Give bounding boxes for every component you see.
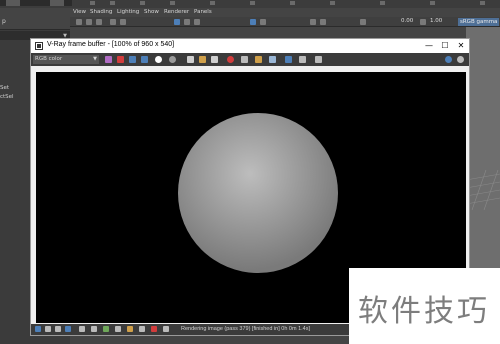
exposure-icon[interactable]: [360, 19, 366, 25]
shelf-icon[interactable]: [210, 1, 215, 5]
white-balance-icon[interactable]: [127, 326, 133, 332]
render-status-text: Rendering image (pass 379) [finished in]…: [181, 326, 311, 332]
channel-select-value: RGB color: [35, 56, 63, 62]
green-channel-icon[interactable]: [129, 56, 136, 63]
start-render-icon[interactable]: [445, 56, 452, 63]
mode-button-2[interactable]: [50, 0, 64, 6]
gate-mask-icon[interactable]: [320, 19, 326, 25]
save-image-icon[interactable]: [187, 56, 194, 63]
track-mouse-icon[interactable]: [255, 56, 262, 63]
link-to-viewport-icon[interactable]: [269, 56, 276, 63]
menu-show[interactable]: Show: [144, 9, 159, 15]
close-button[interactable]: ✕: [455, 40, 467, 52]
shelf-icon[interactable]: [170, 1, 175, 5]
lut-icon[interactable]: [163, 326, 169, 332]
stop-render-icon[interactable]: [227, 56, 234, 63]
isolate-icon[interactable]: [260, 19, 266, 25]
color-space-selector[interactable]: sRGB gamma: [458, 18, 500, 26]
color-corrections-icon[interactable]: [105, 56, 112, 63]
viewport-menubar: View Shading Lighting Show Renderer Pane…: [70, 8, 500, 17]
maximize-button[interactable]: ☐: [439, 40, 451, 52]
camera-icon[interactable]: [86, 19, 92, 25]
shelf-icon[interactable]: [480, 1, 485, 5]
shelf-icon[interactable]: [110, 1, 115, 5]
shelf-icon[interactable]: [430, 1, 435, 5]
menu-renderer[interactable]: Renderer: [164, 9, 189, 15]
shaded-icon[interactable]: [120, 19, 126, 25]
shelf-icon[interactable]: [90, 1, 95, 5]
chevron-down-icon: ▼: [93, 56, 97, 62]
gamma-value[interactable]: 1.00: [430, 18, 442, 24]
mono-channel-icon[interactable]: [155, 56, 162, 63]
xray-icon[interactable]: [250, 19, 256, 25]
window-titlebar[interactable]: V-Ray frame buffer - [100% of 960 x 540]…: [31, 39, 469, 53]
settings-icon[interactable]: [315, 56, 322, 63]
rendered-sphere: [178, 113, 338, 273]
mode-button[interactable]: [6, 0, 20, 6]
pixel-info-icon[interactable]: [299, 56, 306, 63]
minimize-button[interactable]: —: [423, 40, 435, 52]
vray-app-icon: [35, 42, 43, 50]
lens-effects-icon[interactable]: [45, 326, 51, 332]
left-panel-header: p: [0, 8, 70, 30]
viewport-grid: [466, 170, 500, 210]
curve-icon[interactable]: [115, 326, 121, 332]
shelf-icon[interactable]: [250, 1, 255, 5]
history-icon[interactable]: [35, 326, 41, 332]
region-render-icon[interactable]: [241, 56, 248, 63]
stamp-icon[interactable]: [55, 326, 61, 332]
shelf-icon[interactable]: [330, 1, 335, 5]
blue-channel-icon[interactable]: [141, 56, 148, 63]
maya-top-bar: [0, 0, 500, 8]
light-icon[interactable]: [194, 19, 200, 25]
grid-icon[interactable]: [96, 19, 102, 25]
alpha-channel-icon[interactable]: [169, 56, 176, 63]
show-corrections-icon[interactable]: [285, 56, 292, 63]
camera-icon[interactable]: [76, 19, 82, 25]
maya-mode-strip: [0, 0, 72, 6]
resolution-gate-icon[interactable]: [310, 19, 316, 25]
menu-lighting[interactable]: Lighting: [117, 9, 139, 15]
hsl-icon[interactable]: [139, 326, 145, 332]
compare-icon-2[interactable]: [91, 326, 97, 332]
shelf-icon[interactable]: [290, 1, 295, 5]
viewport-toolbar: 0.00 1.00 sRGB gamma: [70, 17, 500, 27]
load-image-icon[interactable]: [199, 56, 206, 63]
left-panel-label: p: [2, 18, 6, 25]
vfb-toolbar: RGB color ▼: [31, 53, 469, 66]
gamma-icon[interactable]: [420, 19, 426, 25]
exposure-icon[interactable]: [151, 326, 157, 332]
texture-icon[interactable]: [184, 19, 190, 25]
clear-image-icon[interactable]: [211, 56, 218, 63]
level-icon[interactable]: [103, 326, 109, 332]
red-channel-icon[interactable]: [117, 56, 124, 63]
outliner-item[interactable]: ctSel: [0, 94, 14, 100]
shelf-icon[interactable]: [380, 1, 385, 5]
smooth-shade-icon[interactable]: [174, 19, 180, 25]
wireframe-icon[interactable]: [110, 19, 116, 25]
watermark-text: 软件技巧: [358, 294, 490, 329]
ipr-render-icon[interactable]: [457, 56, 464, 63]
display-icon[interactable]: [65, 326, 71, 332]
compare-icon[interactable]: [79, 326, 85, 332]
channel-select[interactable]: RGB color ▼: [33, 55, 99, 64]
exposure-value[interactable]: 0.00: [401, 18, 413, 24]
shelf-icon[interactable]: [140, 1, 145, 5]
menu-view[interactable]: View: [73, 9, 86, 15]
menu-shading[interactable]: Shading: [90, 9, 112, 15]
outliner-item[interactable]: Set: [0, 85, 9, 91]
menu-panels[interactable]: Panels: [194, 9, 212, 15]
window-title: V-Ray frame buffer - [100% of 960 x 540]: [47, 41, 175, 48]
maya-shelf-icons: [80, 0, 500, 6]
